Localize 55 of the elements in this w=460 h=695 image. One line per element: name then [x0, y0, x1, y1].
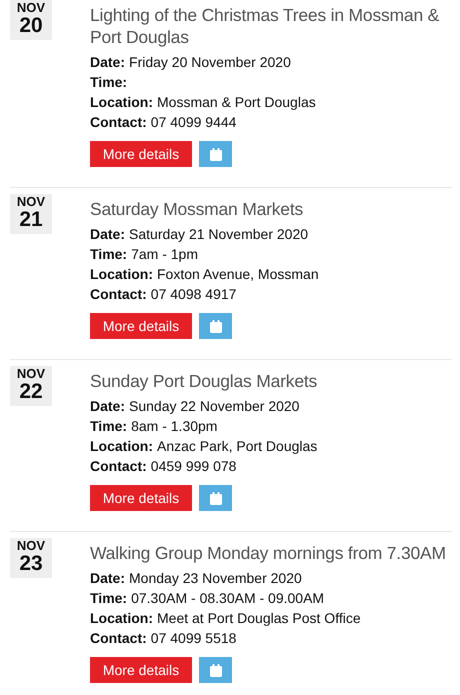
detail-label: Contact:: [90, 113, 147, 132]
more-details-button[interactable]: More details: [90, 313, 192, 339]
event-title[interactable]: Lighting of the Christmas Trees in Mossman & Port Douglas: [90, 4, 452, 48]
detail-value: Friday 20 November 2020: [129, 53, 291, 72]
detail-label: Location:: [90, 265, 153, 284]
detail-label: Date:: [90, 53, 126, 72]
detail-label: Time:: [90, 589, 128, 608]
detail-value: 0459 999 078: [150, 457, 236, 476]
detail-label: Date:: [90, 225, 126, 244]
more-details-button[interactable]: More details: [90, 657, 192, 683]
detail-label: Time:: [90, 245, 128, 264]
day-number: 23: [19, 553, 43, 575]
add-to-calendar-button[interactable]: [199, 141, 232, 167]
detail-value: Foxton Avenue, Mossman: [157, 265, 319, 284]
detail-label: Time:: [90, 73, 128, 92]
day-number: 20: [19, 15, 43, 37]
detail-label: Date:: [90, 397, 126, 416]
calendar-icon: [210, 492, 222, 504]
add-to-calendar-button[interactable]: [199, 657, 232, 683]
add-to-calendar-button[interactable]: [199, 313, 232, 339]
detail-label: Contact:: [90, 457, 147, 476]
add-to-calendar-button[interactable]: [199, 485, 232, 511]
detail-value: Monday 23 November 2020: [129, 569, 302, 588]
detail-label: Location:: [90, 437, 153, 456]
month-label: NOV: [16, 195, 46, 209]
calendar-icon: [210, 148, 222, 160]
month-label: NOV: [16, 1, 46, 15]
detail-label: Date:: [90, 569, 126, 588]
detail-label: Location:: [90, 93, 153, 112]
detail-label: Time:: [90, 417, 128, 436]
more-details-button[interactable]: More details: [90, 141, 192, 167]
calendar-icon: [210, 320, 222, 332]
detail-label: Location:: [90, 609, 153, 628]
day-number: 22: [19, 381, 43, 403]
detail-value: 07 4099 5518: [150, 629, 236, 648]
event-title[interactable]: Saturday Mossman Markets: [90, 198, 452, 220]
event-title[interactable]: Sunday Port Douglas Markets: [90, 370, 452, 392]
month-label: NOV: [16, 539, 46, 553]
detail-label: Contact:: [90, 285, 147, 304]
event-title[interactable]: Walking Group Monday mornings from 7.30AM: [90, 542, 452, 564]
detail-value: Mossman & Port Douglas: [157, 93, 316, 112]
month-label: NOV: [16, 367, 46, 381]
detail-value: Meet at Port Douglas Post Office: [157, 609, 361, 628]
detail-value: Saturday 21 November 2020: [129, 225, 308, 244]
detail-value: Sunday 22 November 2020: [129, 397, 300, 416]
detail-value: 7am - 1pm: [131, 245, 198, 264]
detail-value: 07 4098 4917: [150, 285, 236, 304]
calendar-icon: [210, 664, 222, 676]
detail-value: 07 4099 9444: [150, 113, 236, 132]
day-number: 21: [19, 209, 43, 231]
more-details-button[interactable]: More details: [90, 485, 192, 511]
detail-value: 8am - 1.30pm: [131, 417, 218, 436]
detail-value: Anzac Park, Port Douglas: [157, 437, 318, 456]
detail-label: Contact:: [90, 629, 147, 648]
detail-value: 07.30AM - 08.30AM - 09.00AM: [131, 589, 324, 608]
